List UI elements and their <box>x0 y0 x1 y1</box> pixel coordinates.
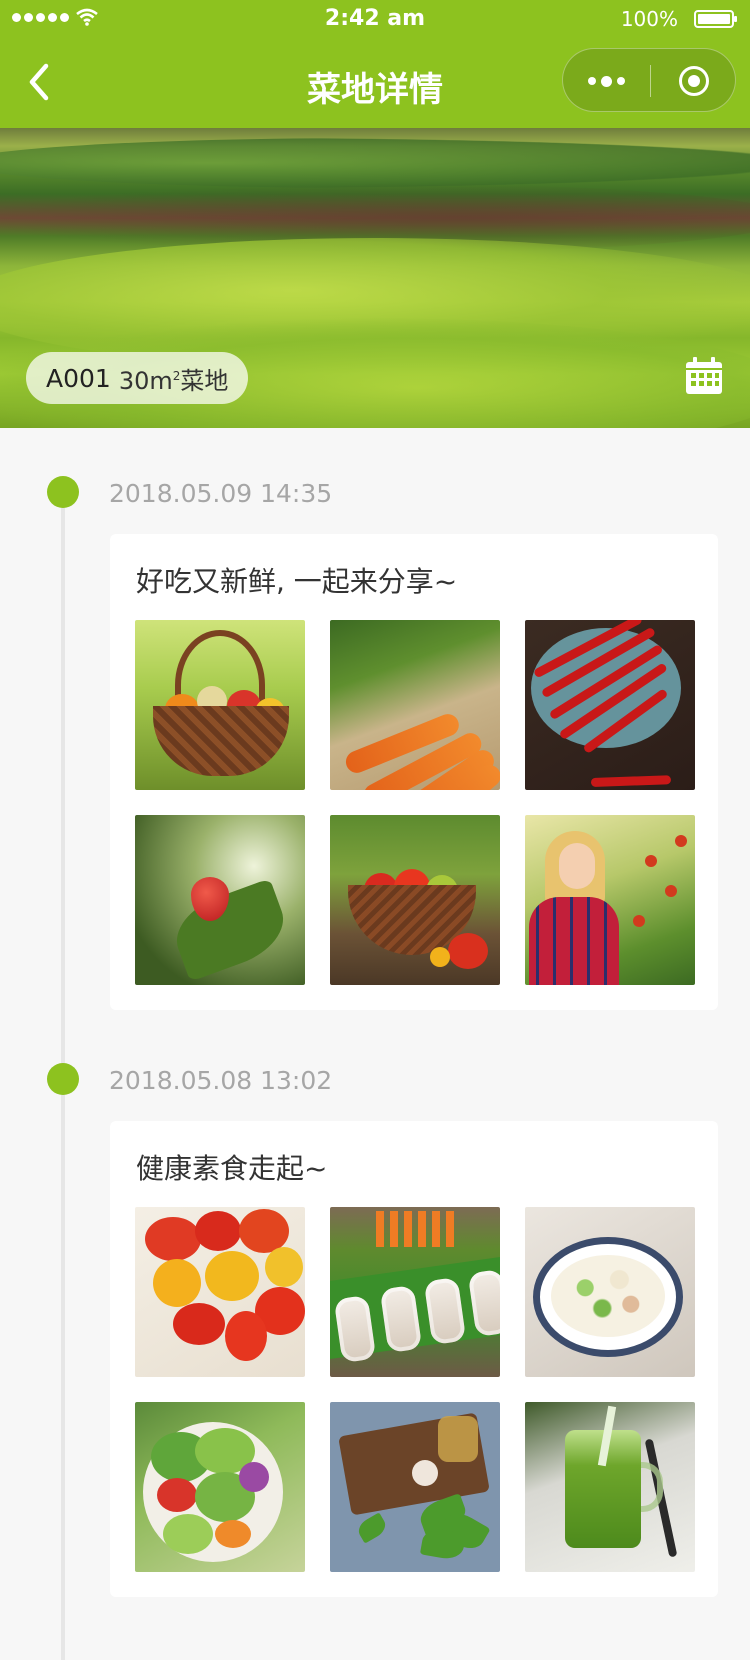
target-close-icon <box>679 66 709 96</box>
more-dot-icon <box>617 77 625 85</box>
post-date: 2018.05.08 13:02 <box>109 1066 333 1095</box>
battery-icon <box>694 10 737 28</box>
post-card: 健康素食走起~ <box>110 1121 718 1597</box>
photo-strawberry[interactable] <box>135 815 305 985</box>
post-text: 健康素食走起~ <box>136 1152 328 1185</box>
photo-tomato-basket[interactable] <box>330 815 500 985</box>
timeline-dot <box>47 476 79 508</box>
photo-green-juice-jar[interactable] <box>525 1402 695 1572</box>
photo-vegetable-basket[interactable] <box>135 620 305 790</box>
post-card: 好吃又新鲜, 一起来分享~ <box>110 534 718 1010</box>
plot-code: A001 <box>46 363 111 393</box>
more-options-button[interactable] <box>563 49 650 113</box>
photo-cherry-tomato-plate[interactable] <box>135 1207 305 1377</box>
photo-potato-salad-bowl[interactable] <box>525 1207 695 1377</box>
plot-size: 30m2菜地 <box>118 366 229 395</box>
photo-basil-cutting-board[interactable] <box>330 1402 500 1572</box>
nav-bar: 菜地详情 <box>0 40 750 128</box>
mini-program-capsule <box>562 48 736 112</box>
plot-info-badge: A001 30m2菜地 <box>26 352 249 404</box>
photo-red-chili-peppers[interactable] <box>525 620 695 790</box>
photo-carrots[interactable] <box>330 620 500 790</box>
more-dot-icon <box>588 77 596 85</box>
close-miniprogram-button[interactable] <box>651 49 737 113</box>
calendar-icon[interactable] <box>684 356 724 396</box>
post-text: 好吃又新鲜, 一起来分享~ <box>136 565 458 598</box>
timeline-dot <box>47 1063 79 1095</box>
photo-woman-in-garden[interactable] <box>525 815 695 985</box>
status-bar: 2:42 am 100% <box>0 0 750 40</box>
battery-percent: 100% <box>620 7 678 31</box>
post-date: 2018.05.09 14:35 <box>109 479 333 508</box>
photo-spring-rolls[interactable] <box>330 1207 500 1377</box>
photo-green-salad[interactable] <box>135 1402 305 1572</box>
more-dot-icon <box>601 75 612 87</box>
